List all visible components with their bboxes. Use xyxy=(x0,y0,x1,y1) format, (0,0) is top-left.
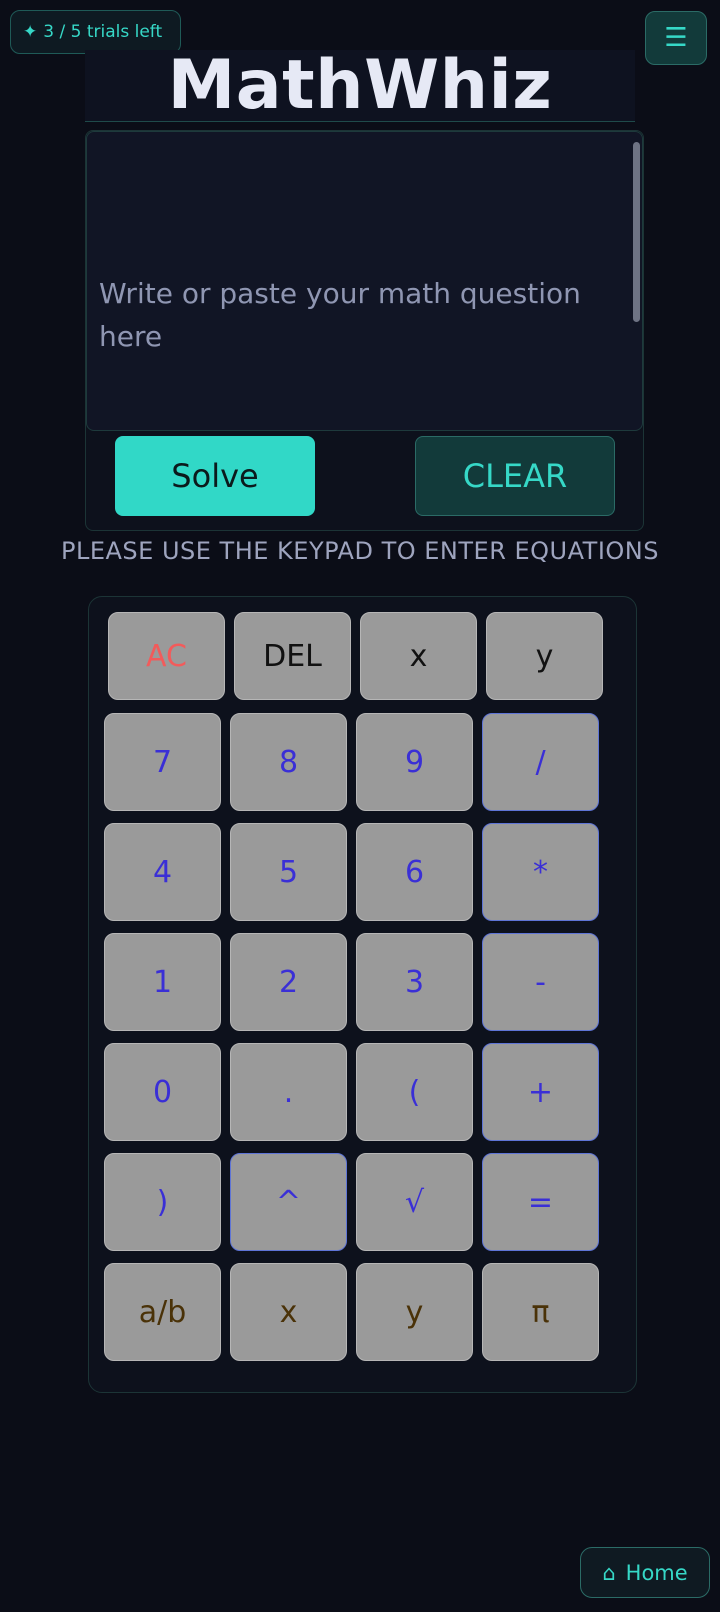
key-6[interactable]: 6 xyxy=(356,823,473,921)
key-minus[interactable]: - xyxy=(482,933,599,1031)
hamburger-icon: ☰ xyxy=(664,23,688,53)
key-var-x[interactable]: x xyxy=(230,1263,347,1361)
title-bar: MathWhiz xyxy=(85,46,635,125)
question-input[interactable]: Write or paste your math question here xyxy=(86,131,643,431)
clear-button[interactable]: CLEAR xyxy=(415,436,615,516)
key-sqrt[interactable]: √ xyxy=(356,1153,473,1251)
key-var-y[interactable]: y xyxy=(356,1263,473,1361)
key-power[interactable]: ^ xyxy=(230,1153,347,1251)
menu-button[interactable]: ☰ xyxy=(645,11,707,65)
trials-badge: ✦ 3 / 5 trials left xyxy=(10,10,182,54)
key-all-clear[interactable]: AC xyxy=(108,612,225,700)
key-5[interactable]: 5 xyxy=(230,823,347,921)
home-button[interactable]: ⌂ Home xyxy=(580,1547,710,1598)
key-4[interactable]: 4 xyxy=(104,823,221,921)
key-9[interactable]: 9 xyxy=(356,713,473,811)
home-icon: ⌂ xyxy=(602,1560,616,1585)
key-open-paren[interactable]: ( xyxy=(356,1043,473,1141)
key-1[interactable]: 1 xyxy=(104,933,221,1031)
key-x[interactable]: x xyxy=(360,612,477,700)
home-label: Home xyxy=(625,1560,688,1585)
key-decimal[interactable]: . xyxy=(230,1043,347,1141)
question-placeholder: Write or paste your math question here xyxy=(99,277,581,353)
key-plus[interactable]: + xyxy=(482,1043,599,1141)
app-title: MathWhiz xyxy=(167,46,553,125)
key-8[interactable]: 8 xyxy=(230,713,347,811)
key-multiply[interactable]: * xyxy=(482,823,599,921)
key-fraction[interactable]: a/b xyxy=(104,1263,221,1361)
key-2[interactable]: 2 xyxy=(230,933,347,1031)
key-pi[interactable]: π xyxy=(482,1263,599,1361)
key-3[interactable]: 3 xyxy=(356,933,473,1031)
key-equals[interactable]: = xyxy=(482,1153,599,1251)
key-close-paren[interactable]: ) xyxy=(104,1153,221,1251)
trials-text: 3 / 5 trials left xyxy=(43,22,163,42)
key-delete[interactable]: DEL xyxy=(234,612,351,700)
sparkle-icon: ✦ xyxy=(23,22,38,42)
key-0[interactable]: 0 xyxy=(104,1043,221,1141)
key-y[interactable]: y xyxy=(486,612,603,700)
question-scrollbar[interactable] xyxy=(633,142,640,322)
key-divide[interactable]: / xyxy=(482,713,599,811)
keypad: AC DEL x y 7 8 9 / 4 5 6 * 1 2 3 - 0 . (… xyxy=(88,596,637,1393)
keypad-instruction: PLEASE USE THE KEYPAD TO ENTER EQUATIONS xyxy=(61,537,659,565)
solve-button[interactable]: Solve xyxy=(115,436,315,516)
key-7[interactable]: 7 xyxy=(104,713,221,811)
editor-panel: Write or paste your math question here S… xyxy=(85,130,644,531)
